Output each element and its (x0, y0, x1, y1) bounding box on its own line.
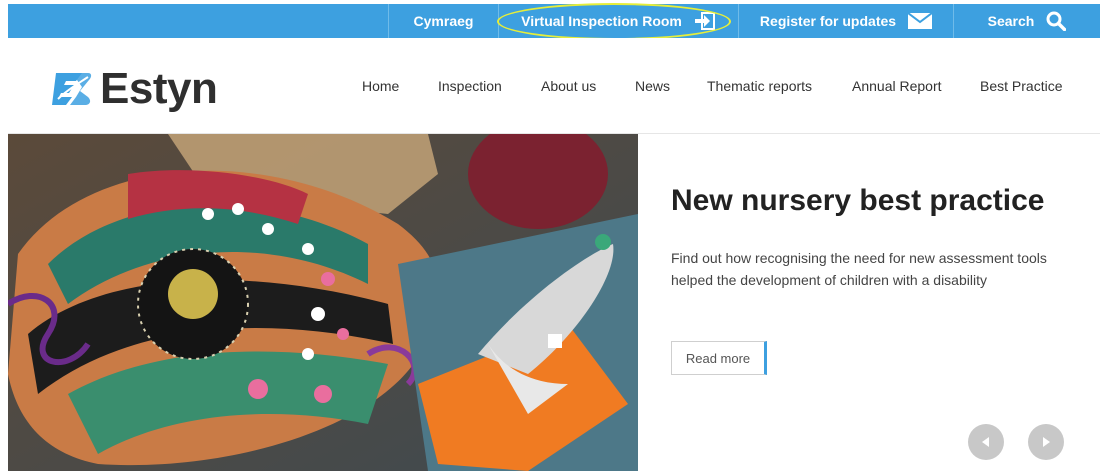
nav-annual-report[interactable]: Annual Report (852, 78, 942, 94)
nav-thematic-reports[interactable]: Thematic reports (707, 78, 812, 94)
register-label: Register for updates (759, 13, 897, 29)
nav-best-practice[interactable]: Best Practice (980, 78, 1062, 94)
language-link-cymraeg[interactable]: Cymraeg (388, 4, 498, 38)
chevron-right-icon (1043, 437, 1050, 447)
cymraeg-label: Cymraeg (413, 13, 474, 29)
hero-description: Find out how recognising the need for ne… (671, 250, 1047, 288)
site-header: Estyn Home Inspection About us News Them… (8, 38, 1100, 134)
hero-image (8, 134, 638, 471)
hero-carousel: New nursery best practice Find out how r… (8, 134, 1100, 471)
virtual-inspection-label: Virtual Inspection Room (521, 13, 682, 29)
nav-about-us[interactable]: About us (541, 78, 596, 94)
search-label: Search (987, 13, 1035, 29)
carousel-prev-button[interactable] (968, 424, 1004, 460)
chevron-left-icon (982, 437, 989, 447)
top-utility-bar: Cymraeg Virtual Inspection Room Register… (8, 4, 1100, 38)
read-more-button[interactable]: Read more (671, 341, 767, 375)
hero-text-panel: New nursery best practice Find out how r… (671, 134, 1091, 471)
carousel-next-button[interactable] (1028, 424, 1064, 460)
nav-news[interactable]: News (635, 78, 670, 94)
nav-home[interactable]: Home (362, 78, 399, 94)
logo-wordmark: Estyn (100, 64, 218, 113)
search-icon (1046, 11, 1067, 31)
search-link[interactable]: Search (953, 4, 1100, 38)
envelope-icon (908, 13, 933, 29)
nav-inspection[interactable]: Inspection (438, 78, 502, 94)
children-craft-fish-artwork-photo (8, 134, 638, 471)
login-arrow-icon (694, 12, 715, 30)
estyn-logo-mark-icon (52, 73, 92, 105)
main-navigation: Home Inspection About us News Thematic r… (348, 38, 1100, 134)
hero-title: New nursery best practice (671, 184, 1045, 217)
virtual-inspection-room-link[interactable]: Virtual Inspection Room (498, 4, 738, 38)
estyn-logo[interactable]: Estyn (52, 64, 218, 114)
register-for-updates-link[interactable]: Register for updates (738, 4, 953, 38)
